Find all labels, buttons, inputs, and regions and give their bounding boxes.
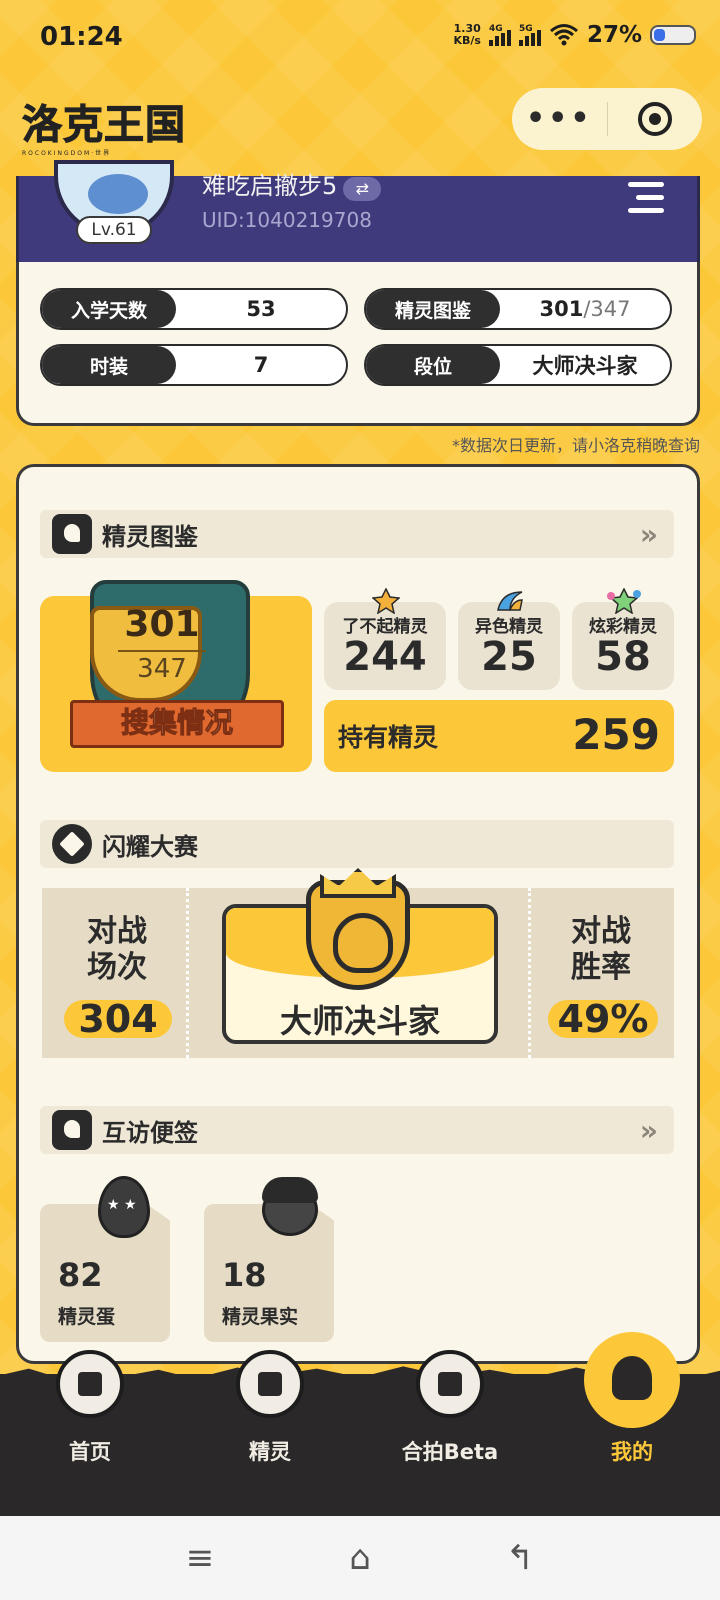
winrate-value: 49% bbox=[548, 1000, 658, 1038]
profile-icon bbox=[584, 1332, 680, 1428]
note-icon bbox=[52, 1110, 92, 1150]
category-shiny[interactable]: 异色精灵 25 bbox=[458, 591, 560, 690]
target-icon[interactable] bbox=[608, 102, 703, 136]
net-speed: 1.30 KB/s bbox=[453, 22, 481, 47]
category-colorful[interactable]: 炫彩精灵 58 bbox=[572, 588, 674, 690]
menu-icon[interactable] bbox=[628, 182, 664, 221]
signal-4g-icon: 4G bbox=[488, 24, 511, 46]
signal-5g-icon: 5G bbox=[518, 24, 541, 46]
status-time: 01:24 bbox=[40, 22, 123, 52]
acorn-icon bbox=[262, 1177, 318, 1236]
backpack-icon bbox=[236, 1350, 304, 1418]
total-count: 347 bbox=[137, 654, 187, 684]
level-badge: Lv.61 bbox=[76, 216, 152, 244]
swirl-icon bbox=[497, 591, 523, 611]
stat-pokedex: 精灵图鉴 301/347 bbox=[364, 288, 672, 330]
nickname-text: 难吃启撤步5 bbox=[202, 172, 338, 200]
mini-program-capsule: ••• bbox=[512, 88, 702, 150]
tournament-icon bbox=[52, 824, 92, 864]
battles-label: 对战 场次 bbox=[87, 914, 147, 985]
category-awesome[interactable]: 了不起精灵 244 bbox=[324, 588, 446, 690]
nickname: 难吃启撤步5 ⇄ bbox=[202, 166, 382, 201]
swap-icon[interactable]: ⇄ bbox=[343, 177, 382, 201]
stat-enrolled-days: 入学天数 53 bbox=[40, 288, 348, 330]
data-update-note: *数据次日更新，请小洛克稍晚查询 bbox=[451, 436, 700, 455]
egg-icon bbox=[98, 1176, 150, 1238]
more-dots-icon[interactable]: ••• bbox=[512, 104, 607, 134]
status-bar: 01:24 1.30 KB/s 4G 5G 27% bbox=[0, 0, 720, 80]
double-chevron-right-icon[interactable]: » bbox=[640, 1114, 658, 1147]
home-icon bbox=[56, 1350, 124, 1418]
nav-spirits[interactable]: 精灵 bbox=[210, 1344, 330, 1474]
system-nav-bar: ≡ ⌂ ↰ bbox=[0, 1516, 720, 1600]
double-chevron-right-icon[interactable]: » bbox=[640, 518, 658, 551]
nav-home[interactable]: 首页 bbox=[30, 1344, 150, 1474]
section-notes-header[interactable]: 互访便签 » bbox=[40, 1106, 674, 1154]
wifi-icon bbox=[549, 24, 578, 46]
nav-ai-photo[interactable]: 合拍Beta bbox=[390, 1344, 510, 1474]
battery-icon bbox=[650, 25, 696, 45]
home-button-icon[interactable]: ⌂ bbox=[338, 1536, 382, 1580]
back-icon[interactable]: ↰ bbox=[498, 1536, 542, 1580]
owned-spirits[interactable]: 持有精灵 259 bbox=[324, 700, 674, 772]
battles-value: 304 bbox=[64, 1000, 172, 1038]
rainbow-star-icon bbox=[607, 588, 641, 614]
status-indicators: 1.30 KB/s 4G 5G 27% bbox=[453, 22, 696, 48]
ai-photo-icon bbox=[416, 1350, 484, 1418]
collection-ribbon: 搜集情况 bbox=[70, 700, 284, 748]
app-logo: 洛克王国 ROCOKINGDOM·世界 bbox=[22, 102, 186, 158]
stat-costumes: 时装 7 bbox=[40, 344, 348, 386]
section-tournament-header[interactable]: 闪耀大赛 bbox=[40, 820, 674, 868]
recents-icon[interactable]: ≡ bbox=[178, 1536, 222, 1580]
collected-count: 301 bbox=[124, 604, 200, 645]
star-icon bbox=[372, 588, 400, 614]
trophy-divider bbox=[118, 650, 206, 652]
winrate-label: 对战 胜率 bbox=[571, 914, 631, 985]
book-icon bbox=[52, 514, 92, 554]
section-pokedex-header[interactable]: 精灵图鉴 » bbox=[40, 510, 674, 558]
battery-percent: 27% bbox=[586, 22, 642, 48]
stat-rank: 段位 大师决斗家 bbox=[364, 344, 672, 386]
uid-text: UID:1040219708 bbox=[202, 208, 372, 232]
nav-mine[interactable]: 我的 bbox=[572, 1332, 692, 1474]
